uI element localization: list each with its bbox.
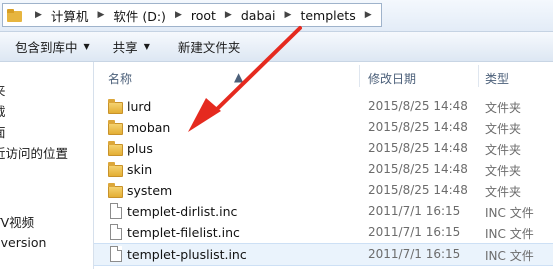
file-date: 2011/7/1 16:15 xyxy=(368,225,461,239)
file-name: lurd xyxy=(127,99,152,114)
file-name: templet-pluslist.inc xyxy=(127,247,247,262)
file-icon xyxy=(110,246,122,262)
address-box[interactable]: ▶ 计算机 ▶ 软件 (D:) ▶ root ▶ dabai ▶ templet… xyxy=(2,3,382,27)
file-type: INC 文件 xyxy=(485,227,534,241)
chevron-right-icon[interactable]: ▶ xyxy=(219,10,238,20)
file-date: 2015/8/25 14:48 xyxy=(368,183,468,197)
breadcrumb-dabai[interactable]: dabai xyxy=(238,8,279,23)
column-header-date[interactable]: 修改日期 xyxy=(368,70,416,87)
file-date: 2011/7/1 16:15 xyxy=(368,204,461,218)
include-in-library-label: 包含到库中 xyxy=(15,40,78,55)
file-icon xyxy=(110,224,122,240)
file-row[interactable]: lurd 2015/8/25 14:48 文件夹 xyxy=(94,96,553,117)
file-row-selected[interactable]: templet-pluslist.inc 2011/7/1 16:15 INC … xyxy=(94,243,553,266)
breadcrumb-drive-d[interactable]: 软件 (D:) xyxy=(110,6,169,25)
file-name: templet-filelist.inc xyxy=(127,225,240,240)
address-bar: ▶ 计算机 ▶ 软件 (D:) ▶ root ▶ dabai ▶ templet… xyxy=(0,0,553,32)
nav-item-downloads[interactable]: 载 xyxy=(0,101,6,120)
nav-item-tv-video[interactable]: TV视频 xyxy=(0,212,34,231)
file-type: INC 文件 xyxy=(485,206,534,220)
column-divider[interactable] xyxy=(359,65,360,87)
column-header-type[interactable]: 类型 xyxy=(485,70,509,87)
breadcrumb-root[interactable]: root xyxy=(188,8,219,23)
nav-item-desktop[interactable]: 面 xyxy=(0,122,6,141)
file-name: templet-dirlist.inc xyxy=(127,204,238,219)
caret-down-icon: ▼ xyxy=(83,42,90,51)
breadcrumb-templets[interactable]: templets xyxy=(297,8,358,23)
file-row[interactable]: templet-dirlist.inc 2011/7/1 16:15 INC 文… xyxy=(94,201,553,222)
chevron-right-icon[interactable]: ▶ xyxy=(359,10,378,20)
file-name: plus xyxy=(127,141,153,156)
file-row[interactable]: moban 2015/8/25 14:48 文件夹 xyxy=(94,117,553,138)
folder-icon xyxy=(108,183,124,198)
share-button[interactable]: 共享 ▼ xyxy=(104,37,159,56)
file-row[interactable]: templet-filelist.inc 2011/7/1 16:15 INC … xyxy=(94,222,553,243)
share-label: 共享 xyxy=(112,40,138,55)
column-header-row: ▲ 名称 修改日期 类型 xyxy=(94,62,553,89)
column-divider[interactable] xyxy=(478,65,479,87)
folder-icon xyxy=(108,120,124,135)
nav-item-recent-places[interactable]: 近访问的位置 xyxy=(0,143,68,162)
chevron-right-icon[interactable]: ▶ xyxy=(29,10,48,20)
file-name: skin xyxy=(127,162,153,177)
breadcrumb-computer[interactable]: 计算机 xyxy=(48,6,92,25)
file-type: 文件夹 xyxy=(485,164,522,178)
chevron-right-icon[interactable]: ▶ xyxy=(91,10,110,20)
file-row[interactable]: plus 2015/8/25 14:48 文件夹 xyxy=(94,138,553,159)
include-in-library-button[interactable]: 包含到库中 ▼ xyxy=(6,37,99,56)
file-list: ▲ 名称 修改日期 类型 lurd 2015/8/25 14:48 文件夹 mo… xyxy=(94,62,553,269)
file-name: moban xyxy=(127,120,171,135)
file-type: 文件夹 xyxy=(485,122,522,136)
file-date: 2015/8/25 14:48 xyxy=(368,162,468,176)
file-type: 文件夹 xyxy=(485,185,522,199)
file-name: system xyxy=(127,183,173,198)
file-row[interactable]: skin 2015/8/25 14:48 文件夹 xyxy=(94,159,553,180)
file-date: 2015/8/25 14:48 xyxy=(368,120,468,134)
file-row[interactable]: system 2015/8/25 14:48 文件夹 xyxy=(94,180,553,201)
command-bar: 包含到库中 ▼ 共享 ▼ 新建文件夹 xyxy=(0,32,553,62)
nav-item-favorites[interactable]: 夹 xyxy=(0,80,6,99)
folder-icon xyxy=(108,99,124,114)
folder-icon xyxy=(7,8,23,22)
column-header-name[interactable]: 名称 xyxy=(108,70,132,87)
caret-down-icon: ▼ xyxy=(143,42,150,51)
folder-icon xyxy=(108,162,124,177)
file-date: 2011/7/1 16:15 xyxy=(368,247,461,261)
new-folder-label: 新建文件夹 xyxy=(177,40,241,55)
sort-ascending-icon: ▲ xyxy=(234,70,244,84)
file-type: INC 文件 xyxy=(485,249,534,263)
nav-item-oversion[interactable]: oversion xyxy=(0,235,46,250)
file-type: 文件夹 xyxy=(485,143,522,157)
chevron-right-icon[interactable]: ▶ xyxy=(279,10,298,20)
file-type: 文件夹 xyxy=(485,101,522,115)
file-date: 2015/8/25 14:48 xyxy=(368,141,468,155)
chevron-right-icon[interactable]: ▶ xyxy=(169,10,188,20)
file-icon xyxy=(110,203,122,219)
file-date: 2015/8/25 14:48 xyxy=(368,99,468,113)
folder-icon xyxy=(108,141,124,156)
navigation-pane: 夹 载 面 近访问的位置 TV视频 oversion s xyxy=(0,62,94,269)
new-folder-button[interactable]: 新建文件夹 xyxy=(169,37,250,56)
